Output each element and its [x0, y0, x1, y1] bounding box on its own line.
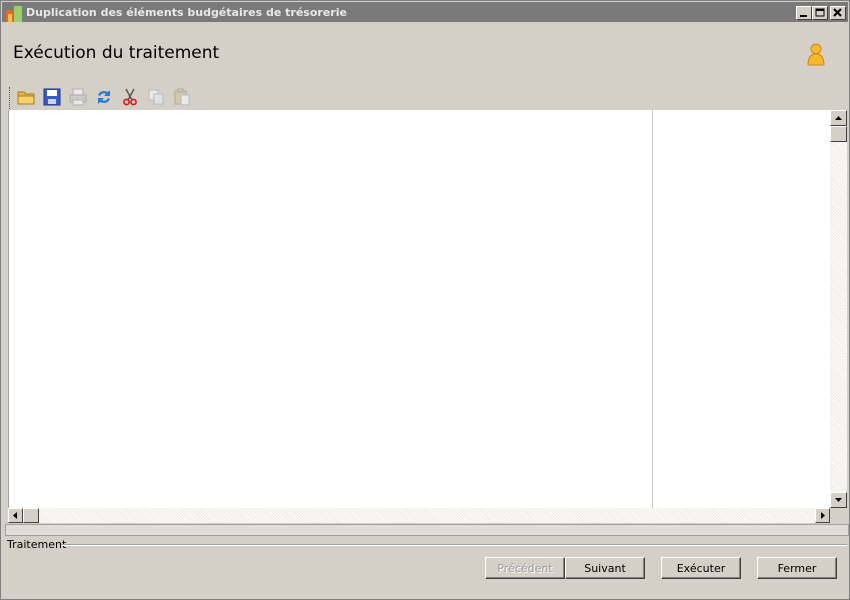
cut-icon[interactable]: [121, 88, 139, 106]
user-icon: [807, 43, 825, 66]
scroll-down-button[interactable]: [830, 492, 847, 508]
maximize-button[interactable]: [812, 6, 828, 20]
copy-icon[interactable]: [147, 88, 165, 106]
horizontal-scroll-thumb[interactable]: [23, 508, 39, 523]
page-title: Exécution du traitement: [13, 43, 220, 63]
section-label: Traitement: [7, 538, 67, 551]
print-icon[interactable]: [69, 88, 87, 106]
window-title: Duplication des éléments budgétaires de …: [26, 6, 347, 19]
next-button[interactable]: Suivant: [565, 557, 645, 579]
toolbar-grip[interactable]: [9, 87, 12, 109]
title-bar[interactable]: Duplication des éléments budgétaires de …: [2, 2, 848, 22]
column-divider[interactable]: [652, 110, 653, 508]
open-folder-icon[interactable]: [17, 88, 35, 106]
vertical-scrollbar[interactable]: [830, 110, 847, 508]
scroll-up-button[interactable]: [830, 110, 847, 126]
execute-button[interactable]: Exécuter: [661, 557, 741, 579]
minimize-icon: [800, 15, 807, 17]
paste-icon[interactable]: [173, 88, 191, 106]
scrollbar-corner: [830, 508, 847, 523]
close-icon: [833, 8, 842, 17]
vertical-scroll-thumb[interactable]: [830, 126, 847, 142]
close-button[interactable]: [830, 6, 846, 20]
minimize-button[interactable]: [796, 6, 812, 20]
previous-button[interactable]: Précédent: [485, 557, 565, 579]
arrow-up-icon: [835, 116, 842, 120]
arrow-right-icon: [821, 512, 825, 519]
arrow-left-icon: [13, 512, 17, 519]
save-icon[interactable]: [43, 88, 61, 106]
refresh-icon[interactable]: [95, 88, 113, 106]
close-dialog-button[interactable]: Fermer: [757, 557, 837, 579]
execution-log-panel[interactable]: [8, 110, 831, 508]
scroll-left-button[interactable]: [8, 508, 23, 523]
horizontal-scrollbar[interactable]: [8, 508, 830, 523]
progress-strip: [5, 524, 849, 536]
app-icon: [6, 6, 22, 22]
arrow-down-icon: [835, 498, 842, 502]
toolbar: [7, 85, 847, 109]
scroll-right-button[interactable]: [815, 508, 830, 523]
section-divider: [61, 544, 847, 546]
maximize-icon: [815, 8, 825, 17]
main-window: Duplication des éléments budgétaires de …: [0, 0, 850, 600]
